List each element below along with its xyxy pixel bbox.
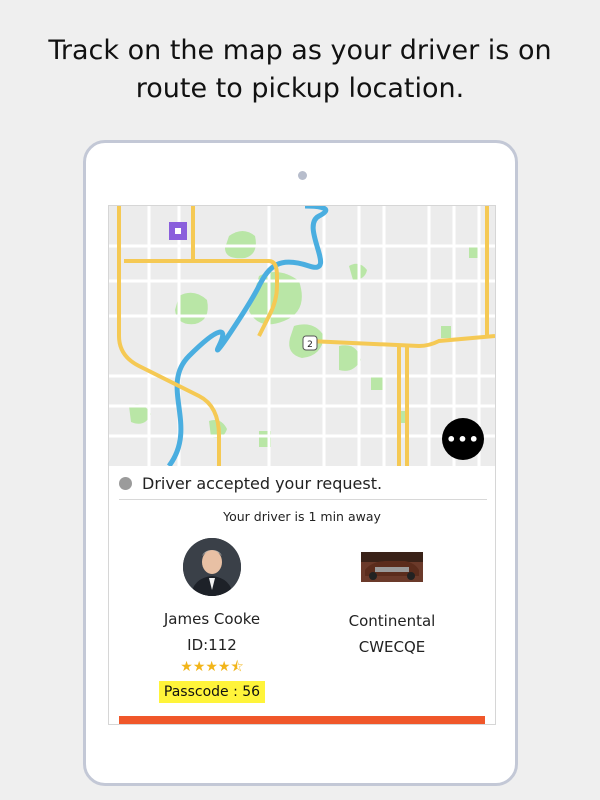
app-screen: 2 ••• Driver accepted your request. Your… [108, 205, 496, 725]
tablet-frame: 2 ••• Driver accepted your request. Your… [83, 140, 518, 786]
driver-rating-stars: ★★★★⯪ [180, 659, 244, 675]
headline-line-2: route to pickup location. [135, 73, 465, 104]
vehicle-model: Continental [348, 612, 436, 630]
driver-id: ID:112 [187, 636, 237, 654]
status-text: Driver accepted your request. [142, 474, 383, 493]
status-dot-icon [119, 477, 132, 490]
headline-line-1: Track on the map as your driver is on [48, 35, 552, 66]
route-shield-label: 2 [307, 340, 313, 350]
driver-name: James Cooke [163, 610, 261, 628]
map-view[interactable]: 2 ••• [109, 206, 495, 466]
map-svg: 2 [109, 206, 495, 466]
status-row: Driver accepted your request. [119, 468, 487, 500]
driver-avatar[interactable] [183, 538, 241, 596]
action-bar[interactable] [119, 716, 485, 724]
vehicle-plate: CWECQE [358, 638, 426, 656]
camera-icon [298, 171, 307, 180]
vehicle-card: Continental CWECQE [329, 552, 455, 656]
driver-card: James Cooke ID:112 ★★★★⯪ Passcode : 56 [149, 538, 275, 703]
headline: Track on the map as your driver is on ro… [0, 32, 600, 108]
more-options-button[interactable]: ••• [442, 418, 484, 460]
passcode-badge: Passcode : 56 [158, 681, 266, 703]
eta-text: Your driver is 1 min away [223, 509, 381, 524]
vehicle-image [361, 552, 423, 582]
